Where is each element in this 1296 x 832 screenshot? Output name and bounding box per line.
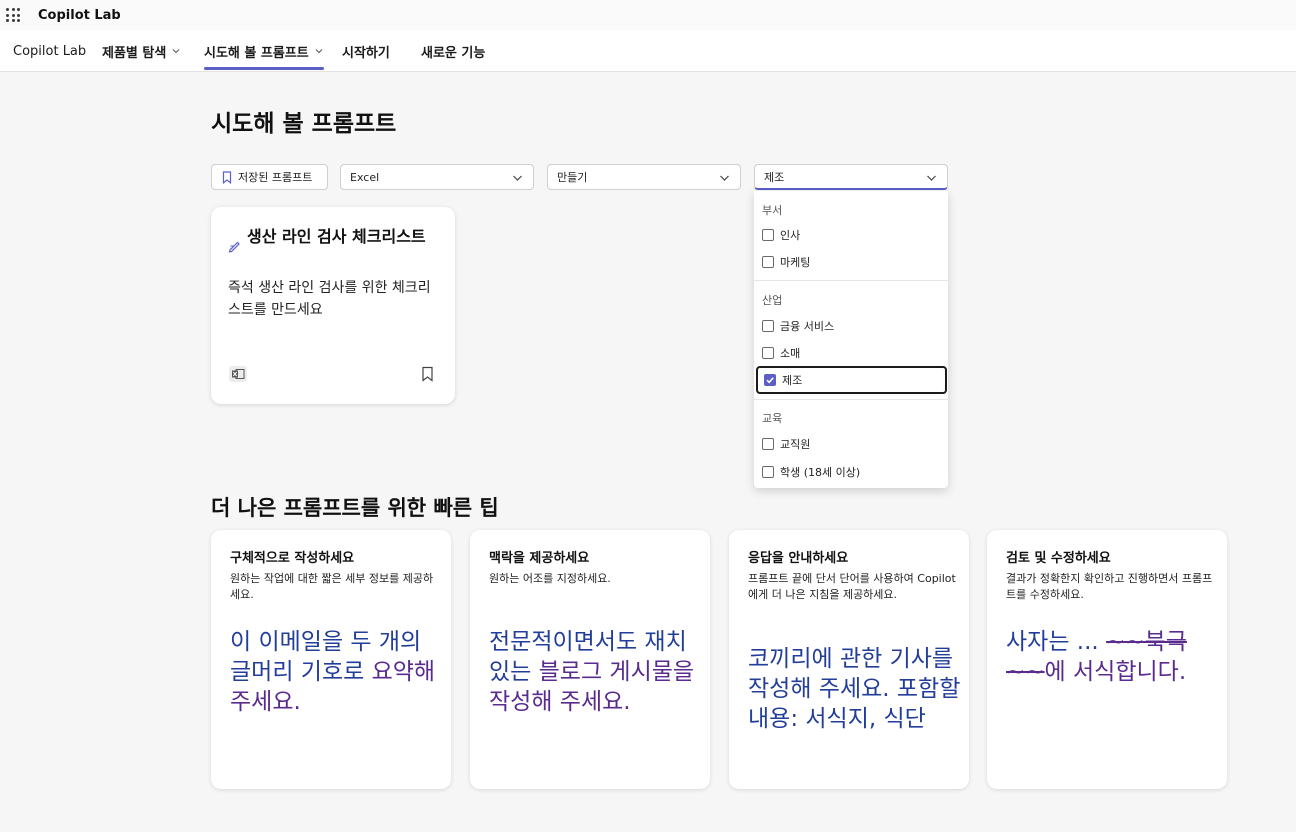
option-label: 교직원 xyxy=(780,438,811,451)
option-financial-services[interactable]: 금융 서비스 xyxy=(762,314,942,338)
group-label-education: 교육 xyxy=(762,412,783,425)
tip-title: 응답을 안내하세요 xyxy=(748,551,849,566)
task-filter-value: 만들기 xyxy=(557,171,588,184)
prompt-card-title: 생산 라인 검사 체크리스트 xyxy=(247,227,426,246)
nav-prompts-to-try[interactable]: 시도해 볼 프롬프트 xyxy=(204,30,324,72)
product-filter-value: Excel xyxy=(350,170,380,184)
chevron-down-icon xyxy=(720,175,729,181)
nav-label: 시작하기 xyxy=(342,45,390,61)
product-filter-select[interactable]: Excel xyxy=(340,164,534,190)
tip-example-part: 에 서식합니다. xyxy=(1044,659,1187,685)
nav-label: 새로운 기능 xyxy=(421,45,486,61)
page-title: 시도해 볼 프롬프트 xyxy=(211,111,397,137)
option-students[interactable]: 학생 (18세 이상) xyxy=(762,460,942,484)
option-label: 제조 xyxy=(782,374,803,387)
tip-description: 원하는 작업에 대한 짧은 세부 정보를 제공하세요. xyxy=(230,572,434,601)
checkbox[interactable] xyxy=(762,320,774,332)
checkbox[interactable] xyxy=(762,347,774,359)
saved-prompts-label: 저장된 프롬프트 xyxy=(238,171,313,184)
checkbox[interactable] xyxy=(762,438,774,450)
app-launcher-icon[interactable] xyxy=(6,8,20,22)
checkbox-checked[interactable] xyxy=(764,374,776,386)
top-navigation: Copilot Lab 제품별 탐색 시도해 볼 프롬프트 시작하기 새로운 기… xyxy=(0,30,1296,72)
bookmark-icon xyxy=(222,170,232,184)
excel-icon xyxy=(229,366,247,382)
saved-prompts-button[interactable]: 저장된 프롬프트 xyxy=(211,164,328,190)
group-label-department: 부서 xyxy=(762,204,783,217)
nav-copilot-lab[interactable]: Copilot Lab xyxy=(13,30,86,72)
role-filter-value: 제조 xyxy=(764,170,785,184)
tip-example-part: 코끼리에 관한 기사를 작성해 주세요. 포함할 내용: 서식지, 식단 xyxy=(748,646,961,732)
tip-card-review-revise: 검토 및 수정하세요 결과가 정확한지 확인하고 진행하면서 프롬프트를 수정하… xyxy=(987,530,1227,789)
task-filter-select[interactable]: 만들기 xyxy=(547,164,741,190)
tip-card-be-specific: 구체적으로 작성하세요 원하는 작업에 대한 짧은 세부 정보를 제공하세요. … xyxy=(211,530,451,789)
checkbox[interactable] xyxy=(762,256,774,268)
option-manufacturing[interactable]: 제조 xyxy=(756,366,947,394)
chevron-down-icon xyxy=(172,49,180,54)
tip-example: 코끼리에 관한 기사를 작성해 주세요. 포함할 내용: 서식지, 식단 xyxy=(748,644,963,734)
checkbox[interactable] xyxy=(762,466,774,478)
option-label: 학생 (18세 이상) xyxy=(780,466,861,479)
option-retail[interactable]: 소매 xyxy=(762,341,942,365)
tip-example: 이 이메일을 두 개의 글머리 기호로 요약해 주세요. xyxy=(230,627,445,717)
nav-label: 제품별 탐색 xyxy=(102,45,167,61)
nav-whats-new[interactable]: 새로운 기능 xyxy=(421,30,485,72)
checkbox[interactable] xyxy=(762,229,774,241)
nav-get-started[interactable]: 시작하기 xyxy=(342,30,390,72)
tip-title: 맥락을 제공하세요 xyxy=(489,551,590,566)
app-title: Copilot Lab xyxy=(38,7,121,23)
tip-description: 결과가 정확한지 확인하고 진행하면서 프롬프트를 수정하세요. xyxy=(1006,572,1213,601)
chevron-down-icon xyxy=(513,175,522,181)
tip-example: 전문적이면서도 재치 있는 블로그 게시물을 작성해 주세요. xyxy=(489,627,704,717)
tip-title: 검토 및 수정하세요 xyxy=(1006,551,1111,566)
option-label: 소매 xyxy=(780,347,801,360)
tips-section-title: 더 나은 프롬프트를 위한 빠른 팁 xyxy=(211,496,499,520)
option-hr[interactable]: 인사 xyxy=(762,223,942,247)
tip-card-guide-response: 응답을 안내하세요 프롬프트 끝에 단서 단어를 사용하여 Copilot에게 … xyxy=(729,530,969,789)
nav-label: 시도해 볼 프롬프트 xyxy=(204,45,309,61)
app-bar: Copilot Lab xyxy=(0,0,1296,30)
tip-description: 프롬프트 끝에 단서 단어를 사용하여 Copilot에게 더 나은 지침을 제… xyxy=(748,572,956,601)
tip-card-provide-context: 맥락을 제공하세요 원하는 어조를 지정하세요. 전문적이면서도 재치 있는 블… xyxy=(470,530,710,789)
group-label-industry: 산업 xyxy=(762,294,783,307)
checkmark-icon xyxy=(766,377,774,384)
chevron-down-icon xyxy=(315,49,323,54)
bookmark-icon[interactable] xyxy=(421,366,434,382)
divider xyxy=(754,280,948,281)
option-marketing[interactable]: 마케팅 xyxy=(762,250,942,274)
option-label: 인사 xyxy=(780,229,801,242)
prompt-card[interactable]: 생산 라인 검사 체크리스트 즉석 생산 라인 검사를 위한 체크리스트를 만드… xyxy=(211,207,455,404)
prompt-card-description: 즉석 생산 라인 검사를 위한 체크리스트를 만드세요 xyxy=(228,280,431,318)
pen-icon xyxy=(228,241,240,253)
nav-explore-by-product[interactable]: 제품별 탐색 xyxy=(102,30,181,72)
role-filter-dropdown: 부서 인사 마케팅 산업 금융 서비스 소매 제조 교육 교직원 학생 (18세… xyxy=(754,191,948,488)
tip-example: 사자는 ... ~~북극~~에 서식합니다. xyxy=(1006,627,1221,687)
chevron-down-icon xyxy=(927,175,936,181)
option-faculty[interactable]: 교직원 xyxy=(762,432,942,456)
tip-description: 원하는 어조를 지정하세요. xyxy=(489,572,611,585)
divider xyxy=(754,399,948,400)
role-filter-select[interactable]: 제조 xyxy=(754,164,948,190)
nav-label: Copilot Lab xyxy=(13,43,87,59)
option-label: 금융 서비스 xyxy=(780,320,835,333)
tip-example-part: 사자는 ... xyxy=(1006,629,1107,655)
option-label: 마케팅 xyxy=(780,256,811,269)
tip-title: 구체적으로 작성하세요 xyxy=(230,551,355,566)
